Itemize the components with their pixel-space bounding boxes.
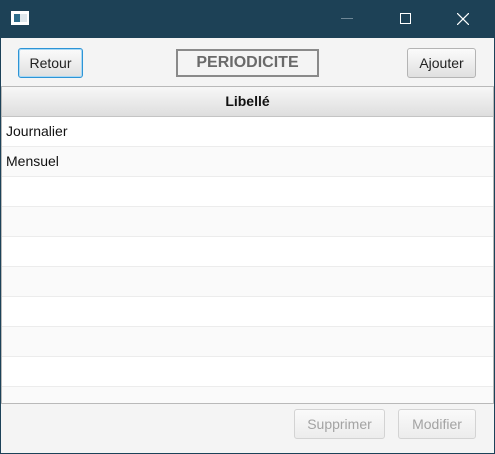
table-row[interactable]	[2, 177, 493, 207]
table-row[interactable]	[2, 207, 493, 237]
table-row[interactable]	[2, 267, 493, 297]
table-row[interactable]	[2, 297, 493, 327]
back-button[interactable]: Retour	[18, 48, 83, 78]
close-icon	[457, 13, 469, 25]
minimize-icon	[341, 18, 353, 19]
table-row[interactable]	[2, 387, 493, 403]
table-row[interactable]	[2, 237, 493, 267]
add-button[interactable]: Ajouter	[407, 48, 476, 78]
table-rows: Journalier Mensuel	[2, 117, 493, 403]
column-header-libelle[interactable]: Libellé	[2, 87, 493, 117]
table-row[interactable]: Journalier	[2, 117, 493, 147]
close-button[interactable]	[440, 0, 486, 38]
maximize-button[interactable]	[382, 0, 428, 38]
app-window-icon	[11, 11, 29, 25]
table-row[interactable]: Mensuel	[2, 147, 493, 177]
table-row[interactable]	[2, 327, 493, 357]
minimize-button[interactable]	[324, 0, 370, 38]
table-row[interactable]	[2, 357, 493, 387]
delete-button[interactable]: Supprimer	[294, 409, 385, 439]
periodicity-table: Libellé Journalier Mensuel	[1, 86, 494, 404]
window-content: Retour PERIODICITE Ajouter Libellé Journ…	[1, 38, 494, 453]
page-title: PERIODICITE	[176, 49, 319, 77]
edit-button[interactable]: Modifier	[398, 409, 476, 439]
maximize-icon	[400, 13, 411, 24]
window-titlebar	[0, 0, 495, 38]
